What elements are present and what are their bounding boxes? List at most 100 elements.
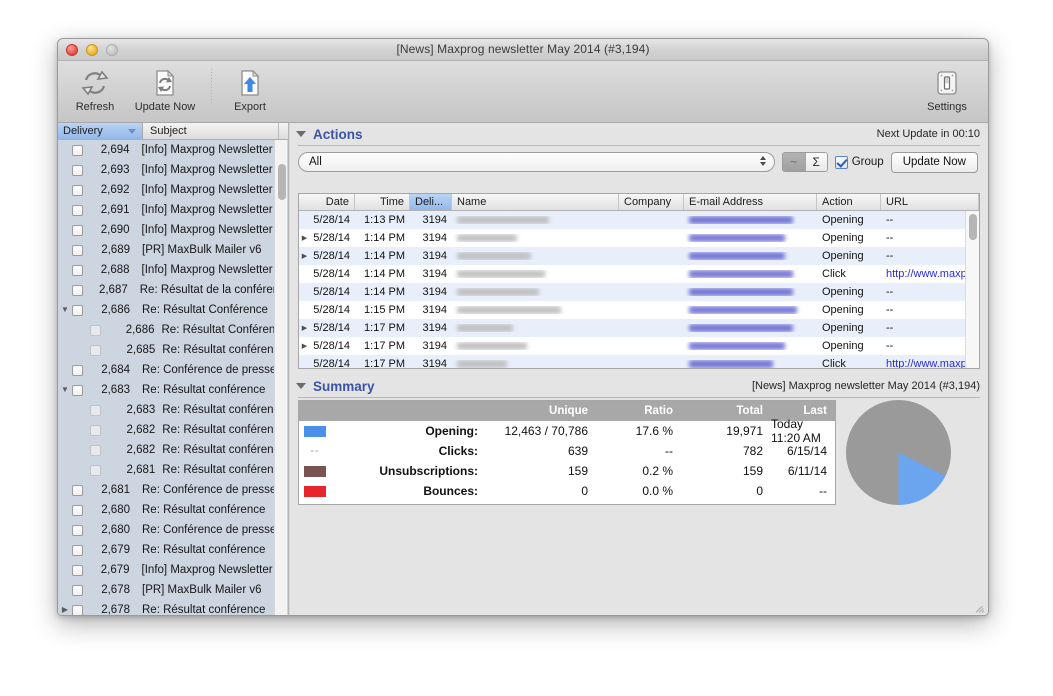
row-expand-icon[interactable]: ▶ xyxy=(299,324,310,332)
row-checkbox[interactable] xyxy=(72,604,83,615)
column-header-email[interactable]: E-mail Address xyxy=(684,194,817,210)
row-checkbox[interactable] xyxy=(72,384,83,396)
sidebar-list-item[interactable]: 2,678 [PR] MaxBulk Mailer v6 xyxy=(58,580,288,600)
sidebar-list-item[interactable]: ▼ 2,686 Re: Résultat Conférence xyxy=(58,300,288,320)
resize-grip-icon[interactable] xyxy=(972,600,985,613)
actions-table-row[interactable]: ▶ 5/28/14 1:17 PM 3194 Opening -- xyxy=(299,319,965,337)
row-checkbox[interactable] xyxy=(90,464,101,476)
row-checkbox[interactable] xyxy=(90,344,101,356)
sidebar-column-delivery[interactable]: Delivery xyxy=(58,123,143,139)
cell-name xyxy=(452,324,619,332)
sidebar-list-item[interactable]: 2,688 [Info] Maxprog Newsletter ... xyxy=(58,260,288,280)
sidebar-list-item[interactable]: 2,685 Re: Résultat conférence xyxy=(58,340,288,360)
sidebar-list-item[interactable]: 2,686 Re: Résultat Conférence xyxy=(58,320,288,340)
actions-table-row[interactable]: ▶ 5/28/14 1:14 PM 3194 Opening -- xyxy=(299,229,965,247)
sidebar-list-item[interactable]: 2,682 Re: Résultat conférence xyxy=(58,440,288,460)
actions-table-row[interactable]: 5/28/14 1:17 PM 3194 Click http://www.maxpro… xyxy=(299,355,965,368)
group-checkbox[interactable]: Group xyxy=(834,155,884,169)
actions-table-row[interactable]: 5/28/14 1:15 PM 3194 Opening -- xyxy=(299,301,965,319)
row-checkbox[interactable] xyxy=(72,204,83,216)
row-checkbox[interactable] xyxy=(90,404,101,416)
filter-mode-segmented-control[interactable]: ~ Σ xyxy=(781,152,828,172)
row-checkbox[interactable] xyxy=(72,144,83,156)
row-checkbox[interactable] xyxy=(72,244,83,256)
update-now-toolbar-button[interactable]: Update Now xyxy=(126,66,204,113)
filter-tilde-button[interactable]: ~ xyxy=(782,153,805,171)
filter-select[interactable]: All xyxy=(298,152,775,172)
sidebar-list-item[interactable]: 2,680 Re: Résultat conférence xyxy=(58,500,288,520)
export-icon xyxy=(235,66,265,100)
refresh-button[interactable]: Refresh xyxy=(64,66,126,113)
sidebar-list-item[interactable]: 2,684 Re: Conférence de presse xyxy=(58,360,288,380)
row-disclosure-icon[interactable]: ▼ xyxy=(58,306,72,314)
row-checkbox[interactable] xyxy=(72,564,83,576)
sidebar-list-item[interactable]: 2,681 Re: Résultat conférence xyxy=(58,460,288,480)
cell-name xyxy=(452,270,619,278)
row-checkbox[interactable] xyxy=(90,324,101,336)
actions-table-row[interactable]: ▶ 5/28/14 1:17 PM 3194 Opening -- xyxy=(299,337,965,355)
update-now-button[interactable]: Update Now xyxy=(890,151,978,173)
column-header-company[interactable]: Company xyxy=(619,194,684,210)
row-checkbox[interactable] xyxy=(72,304,83,316)
sidebar-scrollbar-thumb[interactable] xyxy=(278,164,286,200)
column-header-url[interactable]: URL xyxy=(881,194,979,210)
sidebar-list-item[interactable]: 2,689 [PR] MaxBulk Mailer v6 xyxy=(58,240,288,260)
actions-disclosure-icon[interactable] xyxy=(296,131,306,137)
stepper-icon[interactable] xyxy=(759,156,766,166)
column-header-time[interactable]: Time xyxy=(355,194,410,210)
row-checkbox[interactable] xyxy=(72,264,83,276)
sidebar-list-item[interactable]: 2,679 [Info] Maxprog Newsletter ... xyxy=(58,560,288,580)
actions-table-row[interactable]: ▶ 5/28/14 1:14 PM 3194 Opening -- xyxy=(299,247,965,265)
sidebar-list-item[interactable]: 2,690 [Info] Maxprog Newsletter ... xyxy=(58,220,288,240)
column-header-name[interactable]: Name xyxy=(452,194,619,210)
summary-disclosure-icon[interactable] xyxy=(296,383,306,389)
row-checkbox[interactable] xyxy=(72,544,83,556)
actions-table-scrollbar-thumb[interactable] xyxy=(969,214,977,240)
settings-button[interactable]: Settings xyxy=(916,66,978,113)
sidebar-list-item[interactable]: 2,679 Re: Résultat conférence xyxy=(58,540,288,560)
sidebar-list-item[interactable]: 2,687 Re: Résultat de la conférence xyxy=(58,280,288,300)
sidebar-list-item[interactable]: 2,683 Re: Résultat conférence xyxy=(58,400,288,420)
row-expand-icon[interactable]: ▶ xyxy=(299,234,310,242)
row-checkbox[interactable] xyxy=(72,164,83,176)
row-checkbox[interactable] xyxy=(72,504,83,516)
sidebar-column-subject[interactable]: Subject xyxy=(143,123,278,139)
row-subject: [Info] Maxprog Newsletter ... xyxy=(141,204,284,216)
sidebar-list-item[interactable]: ▶ 2,678 Re: Résultat conférence xyxy=(58,600,288,615)
sidebar-list[interactable]: 2,694 [Info] Maxprog Newsletter ... 2,693 [… xyxy=(58,140,288,615)
row-checkbox[interactable] xyxy=(90,444,101,456)
row-checkbox[interactable] xyxy=(72,224,83,236)
row-expand-icon[interactable]: ▶ xyxy=(299,342,310,350)
row-checkbox[interactable] xyxy=(72,364,83,376)
sidebar-list-item[interactable]: 2,694 [Info] Maxprog Newsletter ... xyxy=(58,140,288,160)
actions-table-row[interactable]: 5/28/14 1:14 PM 3194 Opening -- xyxy=(299,283,965,301)
row-checkbox[interactable] xyxy=(72,184,83,196)
sidebar-scrollbar[interactable] xyxy=(274,140,287,615)
group-checkbox-box[interactable] xyxy=(834,155,848,169)
row-expand-icon[interactable]: ▶ xyxy=(299,252,310,260)
sidebar-list-item[interactable]: 2,693 [Info] Maxprog Newsletter ... xyxy=(58,160,288,180)
row-disclosure-icon[interactable]: ▼ xyxy=(58,386,72,394)
actions-table-row[interactable]: 5/28/14 1:13 PM 3194 Opening -- xyxy=(299,211,965,229)
row-checkbox[interactable] xyxy=(90,424,101,436)
row-checkbox[interactable] xyxy=(72,484,83,496)
sidebar-list-item[interactable]: 2,680 Re: Conférence de presse xyxy=(58,520,288,540)
actions-table-scrollbar[interactable] xyxy=(965,211,979,368)
row-checkbox[interactable] xyxy=(72,524,83,536)
column-header-action[interactable]: Action xyxy=(817,194,881,210)
sidebar-list-item[interactable]: 2,682 Re: Résultat conférence xyxy=(58,420,288,440)
row-checkbox[interactable] xyxy=(72,584,83,596)
sidebar-list-item[interactable]: 2,692 [Info] Maxprog Newsletter ... xyxy=(58,180,288,200)
filter-sigma-button[interactable]: Σ xyxy=(804,153,827,171)
row-delivery-number: 2,686 xyxy=(125,324,155,336)
actions-table-row[interactable]: 5/28/14 1:14 PM 3194 Click http://www.maxpro… xyxy=(299,265,965,283)
summary-total-value: 0 xyxy=(756,484,763,498)
column-header-date[interactable]: Date xyxy=(299,194,355,210)
row-checkbox[interactable] xyxy=(72,284,83,296)
sidebar-list-item[interactable]: ▼ 2,683 Re: Résultat conférence xyxy=(58,380,288,400)
row-disclosure-icon[interactable]: ▶ xyxy=(58,606,72,614)
sidebar-list-item[interactable]: 2,681 Re: Conférence de presse xyxy=(58,480,288,500)
sidebar-list-item[interactable]: 2,691 [Info] Maxprog Newsletter ... xyxy=(58,200,288,220)
export-button[interactable]: Export xyxy=(219,66,281,113)
column-header-delivery[interactable]: Deli... xyxy=(410,194,452,210)
